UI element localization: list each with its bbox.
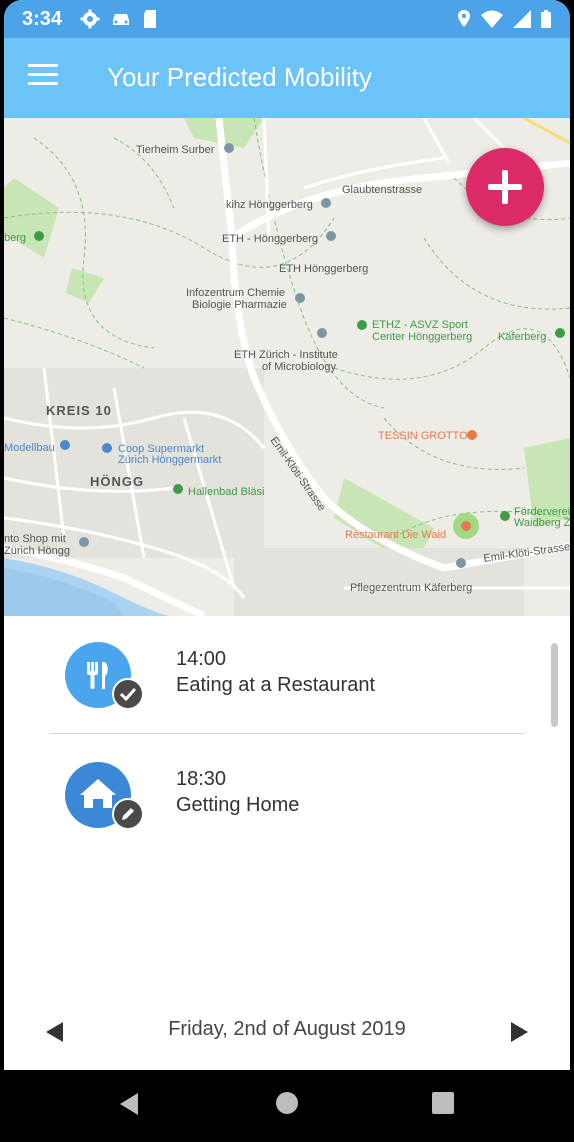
back-icon[interactable]: [118, 1092, 140, 1116]
system-nav-bar: [0, 1070, 574, 1142]
map-label: ETHZ - ASVZ Sport: [372, 319, 468, 331]
timeline-item-restaurant[interactable]: 14:00 Eating at a Restaurant: [4, 642, 570, 742]
pencil-badge-icon: [112, 798, 144, 830]
map-label: Tierheim Surber: [136, 144, 215, 156]
map-label: Modellbau: [4, 442, 55, 454]
map-label: Pflegezentrum Käferberg: [350, 582, 472, 594]
activity-title: Getting Home: [176, 794, 300, 816]
location-icon: [458, 10, 470, 27]
map-label: Hallenbad Bläsi: [188, 486, 264, 498]
map-label: KREIS 10: [46, 403, 112, 418]
app-screen: 3:34 Your Predicted Mobility Tierheim Su…: [4, 0, 570, 1070]
battery-icon: [541, 10, 551, 28]
map-label: kihz Hönggerberg: [226, 199, 313, 211]
map-label: HÖNGG: [90, 474, 144, 489]
gear-icon: [80, 9, 100, 29]
map-label: Biologie Pharmazie: [192, 299, 287, 311]
map-label: Zürich Höngg: [4, 545, 70, 557]
status-bar: 3:34: [4, 0, 570, 38]
activity-title: Eating at a Restaurant: [176, 674, 376, 696]
wifi-icon: [481, 10, 503, 28]
map-label: Center Hönggerberg: [372, 331, 472, 343]
add-fab-button[interactable]: [466, 148, 544, 226]
date-navigator: Friday, 2nd of August 2019: [4, 1006, 570, 1056]
map-label: of Microbiology: [262, 361, 336, 373]
recents-icon[interactable]: [432, 1092, 454, 1114]
map-label: ETH - Hönggerberg: [222, 233, 318, 245]
activity-time: 14:00: [176, 648, 227, 670]
map-label: ETH Hönggerberg: [279, 263, 368, 275]
map-label: Restaurant Die Waid: [345, 529, 446, 541]
check-badge-icon: [112, 678, 144, 710]
map-label: TESSIN GROTTO: [378, 430, 468, 442]
sd-card-icon: [144, 10, 156, 28]
map-label: Zürich Hönggermarkt: [118, 454, 221, 466]
map-label: Waidberg Z: [514, 517, 570, 529]
map-label: Emil-Klöti-Strasse: [268, 435, 328, 513]
map-label: ETH Zürich - Institute: [234, 349, 338, 361]
page-title: Your Predicted Mobility: [107, 62, 372, 92]
map-label: Glaubtenstrasse: [342, 184, 422, 196]
activity-time: 18:30: [176, 768, 227, 790]
signal-icon: [513, 10, 531, 28]
home-circle-icon[interactable]: [276, 1092, 298, 1114]
map-label: nto Shop mit: [4, 533, 66, 545]
timeline-item-home[interactable]: 18:30 Getting Home: [4, 762, 570, 862]
status-time: 3:34: [22, 8, 63, 30]
map-label: Käferberg: [498, 331, 546, 343]
map-label: Emil-Klöti-Strasse: [483, 541, 570, 565]
app-bar: Your Predicted Mobility: [4, 38, 570, 118]
divider: [50, 733, 524, 734]
map-label: berg: [4, 232, 26, 244]
date-label: Friday, 2nd of August 2019: [168, 1018, 406, 1040]
next-arrow-icon[interactable]: [511, 1022, 528, 1042]
map-label: Infozentrum Chemie: [186, 287, 285, 299]
car-icon: [113, 14, 129, 25]
hamburger-menu-icon[interactable]: [28, 64, 58, 92]
